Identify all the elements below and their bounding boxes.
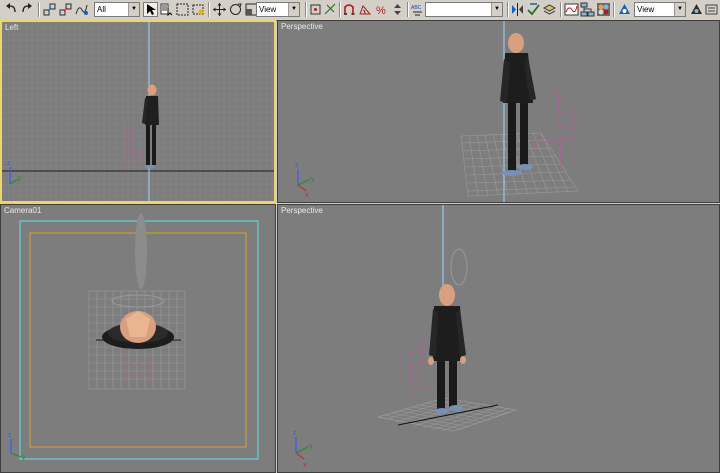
render-scene-icon[interactable] <box>617 2 632 17</box>
home-grid <box>2 22 274 201</box>
chevron-down-icon: ▼ <box>128 3 139 16</box>
material-editor-icon[interactable] <box>596 2 611 17</box>
axis-tripod: z y x <box>295 162 315 199</box>
bind-spacewarp-icon[interactable] <box>74 2 89 17</box>
axis-label-y: y <box>311 176 315 183</box>
viewport-label[interactable]: Camera01 <box>4 206 41 215</box>
camera-viewport-scene: z y <box>8 213 259 461</box>
more-tools-icon[interactable] <box>704 2 719 17</box>
quick-render-icon[interactable] <box>689 2 704 17</box>
manipulate-icon[interactable] <box>323 2 338 17</box>
reference-coordinate-dropdown[interactable]: View ▼ <box>256 2 300 17</box>
viewport-perspective-bottom[interactable]: Perspective z y x <box>277 204 720 473</box>
render-view-dropdown[interactable]: View ▼ <box>634 2 686 17</box>
viewport-label[interactable]: Perspective <box>281 22 323 31</box>
viewport-label[interactable]: Perspective <box>281 206 323 215</box>
chevron-down-icon: ▼ <box>288 3 299 16</box>
layer-manager-icon[interactable] <box>542 2 557 17</box>
axis-label-z: z <box>7 160 11 167</box>
axis-label-x: x <box>303 462 307 469</box>
redo-icon[interactable] <box>20 2 35 17</box>
light-shadow <box>135 213 147 289</box>
percent-snap-icon[interactable]: % <box>374 2 389 17</box>
mirror-icon[interactable] <box>510 2 525 17</box>
select-by-name-icon[interactable] <box>159 2 174 17</box>
align-icon[interactable] <box>526 2 541 17</box>
axis-label-y: y <box>309 443 313 450</box>
spinner-snap-icon[interactable] <box>390 2 405 17</box>
chevron-down-icon: ▼ <box>674 3 685 16</box>
chevron-down-icon: ▼ <box>491 3 502 16</box>
window-crossing-icon[interactable] <box>191 2 206 17</box>
svg-text:%: % <box>376 5 386 17</box>
chair <box>533 86 575 167</box>
character <box>428 284 466 414</box>
perspective-top-scene: z y x <box>295 21 579 202</box>
selection-filter-dropdown[interactable]: All ▼ <box>94 2 140 17</box>
select-link-icon[interactable] <box>42 2 57 17</box>
axis-label-z: z <box>8 432 12 439</box>
light-ring <box>450 248 468 286</box>
snaps-toggle-icon[interactable] <box>342 2 357 17</box>
rotate-icon[interactable] <box>228 2 243 17</box>
character <box>500 33 536 176</box>
selection-filter-value: All <box>97 5 106 14</box>
schematic-view-icon[interactable] <box>580 2 595 17</box>
axis-label-x: x <box>305 192 309 199</box>
axis-label-z: z <box>293 430 297 437</box>
curve-editor-icon[interactable] <box>564 2 579 17</box>
main-toolbar: All ▼ View ▼ % ABC ▼ View ▼ <box>0 0 720 21</box>
move-icon[interactable] <box>212 2 227 17</box>
reference-coordinate-value: View <box>259 5 277 14</box>
select-arrow-icon[interactable] <box>143 2 158 17</box>
viewport-perspective-top[interactable]: Perspective z y x <box>277 20 720 203</box>
angle-snap-icon[interactable] <box>358 2 373 17</box>
axis-label-y: y <box>22 454 26 461</box>
render-view-value: View <box>637 5 655 14</box>
viewport-camera01[interactable]: Camera01 z y <box>0 204 276 473</box>
svg-text:ABC: ABC <box>411 5 422 11</box>
axis-tripod: z y x <box>293 430 313 469</box>
rect-selection-icon[interactable] <box>175 2 190 17</box>
axis-label-z: z <box>295 162 299 169</box>
viewport-label[interactable]: Left <box>5 23 18 32</box>
axis-label-y: y <box>18 175 22 182</box>
undo-icon[interactable] <box>4 2 19 17</box>
left-viewport-scene: z y <box>2 22 274 201</box>
perspective-bottom-scene: z y x <box>293 205 517 469</box>
unlink-icon[interactable] <box>58 2 73 17</box>
axis-tripod: z y <box>8 432 26 461</box>
edit-named-selection-icon[interactable]: ABC <box>410 2 425 17</box>
named-selection-dropdown[interactable]: ▼ <box>425 2 503 17</box>
light-ring <box>111 294 165 308</box>
viewport-left[interactable]: Left z y <box>0 20 276 203</box>
pivot-center-icon[interactable] <box>308 2 323 17</box>
floor-grid <box>377 397 517 432</box>
